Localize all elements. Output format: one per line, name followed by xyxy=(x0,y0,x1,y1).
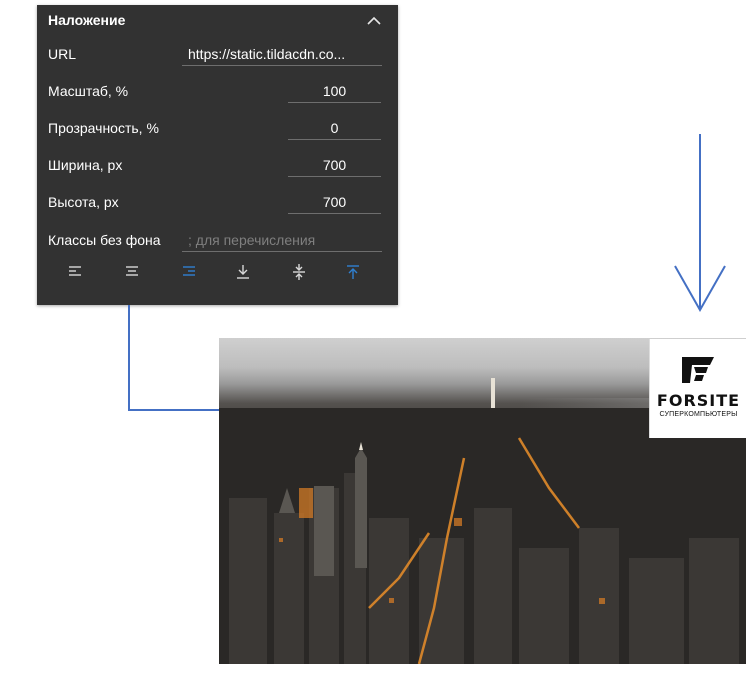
alignment-toolbar xyxy=(37,263,398,285)
scale-field[interactable]: 100 xyxy=(288,79,381,103)
align-left-icon[interactable] xyxy=(66,263,84,281)
classes-label: Классы без фона xyxy=(48,232,161,248)
forsite-logo-mark-icon xyxy=(682,357,714,383)
height-label: Высота, px xyxy=(48,194,119,210)
align-center-icon[interactable] xyxy=(123,263,141,281)
chevron-up-icon[interactable] xyxy=(366,14,382,26)
logo-tagline: СУПЕРКОМПЬЮТЕРЫ xyxy=(659,411,738,418)
height-field[interactable]: 700 xyxy=(288,190,381,214)
arrow-down-icon xyxy=(674,134,726,312)
panel-title: Наложение xyxy=(48,12,126,28)
classes-field[interactable]: ; для перечисления xyxy=(182,228,382,252)
align-right-icon[interactable] xyxy=(180,263,198,281)
align-bottom-icon[interactable] xyxy=(234,263,252,281)
opacity-field[interactable]: 0 xyxy=(288,116,381,140)
url-field[interactable]: https://static.tildacdn.co... xyxy=(182,42,382,66)
width-label: Ширина, px xyxy=(48,157,123,173)
overlay-panel: Наложение URL https://static.tildacdn.co… xyxy=(37,5,398,305)
scale-label: Масштаб, % xyxy=(48,83,129,99)
connector-line-horizontal xyxy=(128,409,220,411)
align-middle-icon[interactable] xyxy=(290,263,308,281)
logo-brand-text: FORSITE xyxy=(656,391,741,410)
forsite-logo: FORSITE СУПЕРКОМПЬЮТЕРЫ xyxy=(649,339,746,438)
connector-line-vertical xyxy=(128,305,130,411)
opacity-label: Прозрачность, % xyxy=(48,120,159,136)
align-top-icon[interactable] xyxy=(344,263,362,281)
url-label: URL xyxy=(48,46,77,62)
width-field[interactable]: 700 xyxy=(288,153,381,177)
